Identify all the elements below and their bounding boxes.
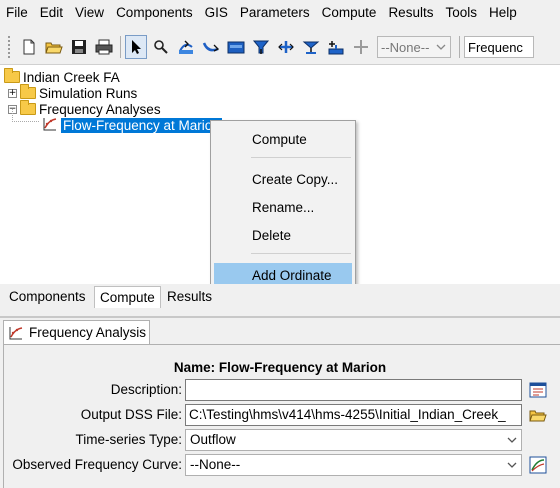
chevron-down-icon	[436, 40, 446, 57]
menu-gis[interactable]: GIS	[199, 0, 234, 26]
expand-plus-icon[interactable]: +	[8, 88, 17, 98]
tree-node-label: Simulation Runs	[39, 85, 138, 101]
run-selector[interactable]: --None--	[377, 36, 451, 58]
ts-type-label: Time-series Type:	[75, 432, 182, 447]
tab-results[interactable]: Results	[162, 286, 217, 308]
add-source-icon[interactable]	[250, 35, 272, 59]
menu-separator	[251, 157, 351, 158]
add-junction-icon[interactable]	[275, 35, 297, 59]
context-compute[interactable]: Compute	[214, 127, 352, 153]
tree-node-project[interactable]: Indian Creek FA	[4, 68, 120, 85]
toolbar: --None-- Frequenc	[0, 30, 560, 64]
print-icon[interactable]	[93, 35, 115, 59]
name-value: Flow-Frequency at Marion	[218, 360, 387, 375]
toolbar-separator	[459, 36, 460, 58]
analysis-selector-value: Frequenc	[468, 39, 523, 55]
obs-curve-select[interactable]: --None--	[185, 454, 522, 476]
tree-node-simulation-runs[interactable]: + Simulation Runs	[8, 84, 138, 101]
menu-parameters[interactable]: Parameters	[234, 0, 316, 26]
output-dss-field[interactable]: C:\Testing\hms\v414\hms-4255\Initial_Ind…	[185, 404, 522, 426]
add-reach-icon[interactable]	[200, 35, 222, 59]
open-folder-icon[interactable]	[528, 405, 548, 425]
chevron-down-icon	[507, 430, 517, 457]
add-reservoir-icon[interactable]	[225, 35, 247, 59]
frequency-curve-icon	[8, 325, 24, 341]
explorer-tabs: Components Compute Results	[0, 284, 560, 310]
run-selector-value: --None--	[381, 39, 430, 55]
menu-edit[interactable]: Edit	[34, 0, 69, 26]
menu-separator	[251, 253, 351, 254]
chevron-down-icon	[507, 455, 517, 482]
obs-curve-value: --None--	[190, 457, 241, 472]
description-label: Description:	[110, 382, 182, 397]
menu-results[interactable]: Results	[382, 0, 439, 26]
tab-frequency-analysis[interactable]: Frequency Analysis	[3, 320, 150, 344]
frequency-curve-icon	[42, 116, 58, 135]
tab-frequency-analysis-label: Frequency Analysis	[29, 325, 147, 340]
menu-bar: File Edit View Components GIS Parameters…	[0, 0, 560, 26]
menu-compute[interactable]: Compute	[316, 0, 383, 26]
menu-file[interactable]: File	[0, 0, 34, 26]
analysis-selector[interactable]: Frequenc	[464, 36, 534, 58]
add-subbasin-icon[interactable]	[175, 35, 197, 59]
ts-type-select[interactable]: Outflow	[185, 429, 522, 451]
output-dss-label: Output DSS File:	[80, 407, 182, 422]
open-folder-icon[interactable]	[43, 35, 65, 59]
save-icon[interactable]	[68, 35, 90, 59]
context-delete[interactable]: Delete	[214, 223, 352, 249]
tab-compute[interactable]: Compute	[94, 286, 161, 308]
add-diversion-icon[interactable]	[300, 35, 322, 59]
tree-node-label: Frequency Analyses	[39, 101, 161, 117]
context-rename[interactable]: Rename...	[214, 195, 352, 221]
tree-node-label-selected: Flow-Frequency at Marion	[61, 117, 222, 133]
menu-components[interactable]: Components	[110, 0, 199, 26]
menu-view[interactable]: View	[69, 0, 110, 26]
ts-type-value: Outflow	[190, 432, 236, 447]
menu-help[interactable]: Help	[483, 0, 523, 26]
new-file-icon[interactable]	[18, 35, 40, 59]
arrow-pointer-icon[interactable]	[125, 35, 147, 59]
zoom-icon[interactable]	[150, 35, 172, 59]
tree-node-flow-frequency[interactable]: Flow-Frequency at Marion	[42, 117, 222, 133]
context-create-copy[interactable]: Create Copy...	[214, 167, 352, 193]
obs-curve-label: Observed Frequency Curve:	[12, 457, 182, 472]
description-editor-icon[interactable]	[528, 380, 548, 400]
panel-splitter[interactable]	[0, 316, 560, 318]
add-sink-icon[interactable]	[325, 35, 347, 59]
name-label: Name:	[173, 360, 216, 375]
tree-node-label: Indian Creek FA	[23, 69, 120, 85]
tab-components[interactable]: Components	[4, 286, 91, 308]
context-menu: Compute Create Copy... Rename... Delete …	[210, 120, 356, 290]
analysis-name-row: Name: Flow-Frequency at Marion	[0, 360, 560, 375]
menu-tools[interactable]: Tools	[439, 0, 483, 26]
tree-connector	[12, 109, 40, 122]
toolbar-grip[interactable]	[8, 36, 12, 58]
description-field[interactable]	[185, 379, 522, 401]
toolbar-separator	[120, 36, 121, 58]
folder-icon	[20, 84, 36, 99]
folder-icon	[4, 68, 20, 83]
graph-icon[interactable]	[528, 455, 548, 475]
crosshair-icon[interactable]	[350, 35, 372, 59]
